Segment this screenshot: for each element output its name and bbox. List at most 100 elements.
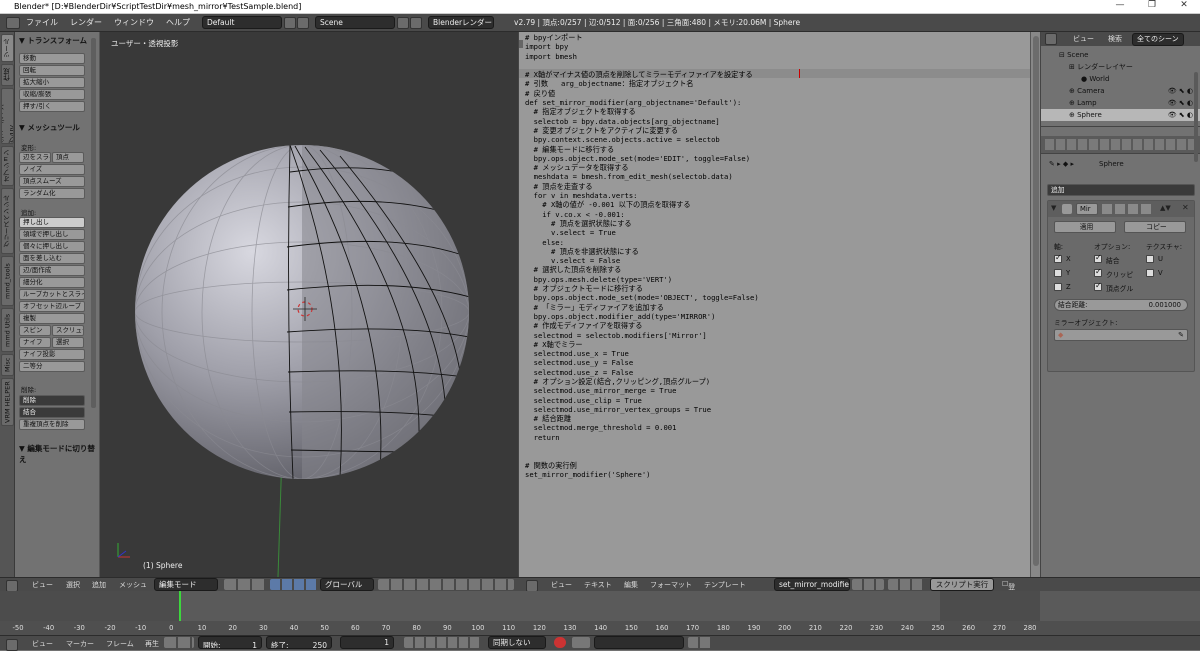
code-line[interactable]: if v.co.x < -0.001: [525, 210, 759, 219]
code-line[interactable]: # オブジェクトモードに移行する [525, 284, 759, 293]
code-line[interactable]: selectmod.merge_threshold = 0.001 [525, 423, 759, 432]
timeline-playback-menu[interactable]: 再生 [145, 639, 159, 649]
script-code[interactable]: # bpyインポート import bpy import bmesh # X軸がマイナ… [525, 33, 759, 479]
end-frame-field[interactable]: 終了: 250 [266, 636, 332, 649]
move-up-down-icon[interactable]: ▲▼ [1160, 204, 1171, 212]
noise-button[interactable]: ノイズ [19, 164, 85, 175]
outliner-scrollbar[interactable] [1194, 72, 1198, 162]
timeline-frame-menu[interactable]: フレーム [106, 639, 134, 649]
keyframe-buttons[interactable] [688, 637, 712, 648]
text-templates-menu[interactable]: テンプレート [704, 580, 746, 590]
code-line[interactable]: # 選択した頂点を削除する [525, 265, 759, 274]
remove-doubles-button[interactable]: 重複頂点を削除 [19, 419, 85, 430]
extrude-dropdown[interactable]: 押し出し [19, 217, 85, 228]
text-view-menu[interactable]: ビュー [551, 580, 572, 590]
transform-panel-header[interactable]: ▼ トランスフォーム [15, 32, 99, 49]
mirror-object-field[interactable]: ◆ ✎ [1054, 329, 1188, 341]
code-line[interactable]: # 変更オブジェクトをアクティブに変更する [525, 126, 759, 135]
code-line[interactable]: # 引数 arg_objectname：指定オブジェクト名 [525, 79, 759, 88]
code-line[interactable]: # メッシュデータを取得する [525, 163, 759, 172]
outliner-type-icon[interactable] [1045, 33, 1057, 45]
register-checkbox[interactable]: ☐ 登録 [1002, 580, 1015, 601]
merge-dropdown[interactable]: 結合 [19, 407, 85, 418]
code-line[interactable]: # 頂点を走査する [525, 182, 759, 191]
code-line[interactable]: import bmesh [525, 52, 759, 61]
extrude-region-button[interactable]: 領域で押し出し [19, 229, 85, 240]
vertex-slide-button[interactable]: 頂点 [52, 152, 84, 163]
text-file-selector[interactable]: set_mirror_modifier... [774, 578, 850, 591]
timeline-type-icon[interactable] [6, 639, 18, 651]
code-line[interactable]: selectmod.use_clip = True [525, 396, 759, 405]
code-line[interactable]: selectob = bpy.data.objects[arg_objectna… [525, 117, 759, 126]
text-format-menu[interactable]: フォーマット [650, 580, 692, 590]
tab-shading-uv[interactable]: シェーディング/UV [1, 88, 14, 144]
shading-pivot-buttons[interactable] [224, 579, 266, 590]
tab-tools[interactable]: ツール [1, 34, 14, 62]
code-line[interactable]: selectmod.use_mirror_vertex_groups = Tru… [525, 405, 759, 414]
merge-distance-field[interactable]: 結合距離: 0.001000 [1054, 299, 1188, 311]
current-frame-field[interactable]: 1 [340, 636, 394, 649]
tab-options[interactable]: オプション [1, 146, 14, 186]
sync-mode-selector[interactable]: 同期しない [488, 636, 546, 649]
text-editor-scrollbar[interactable] [1030, 32, 1040, 577]
text-edit-menu[interactable]: 編集 [624, 580, 638, 590]
tab-mmd-utils[interactable]: mmd Utils [1, 308, 14, 352]
view3d-select-menu[interactable]: 選択 [66, 580, 80, 590]
mesh-tools-panel-header[interactable]: ▼ メッシュツール [15, 119, 84, 136]
texture-v-checkbox[interactable] [1146, 269, 1154, 277]
keying-set-field[interactable] [594, 636, 684, 649]
code-line[interactable]: bpy.ops.mesh.delete(type='VERT') [525, 275, 759, 284]
tab-vrm-helper[interactable]: VRM HELPER [1, 378, 14, 426]
text-editor[interactable]: # bpyインポート import bpy import bmesh # X軸がマイナ… [518, 32, 1031, 577]
code-line[interactable]: # X軸の値が -0.001 以下の頂点を取得する [525, 200, 759, 209]
menu-render[interactable]: レンダー [70, 17, 102, 28]
extrude-individual-button[interactable]: 個々に押し出し [19, 241, 85, 252]
code-line[interactable]: bpy.ops.object.mode_set(mode='OBJECT', t… [525, 293, 759, 302]
loop-cut-slide-button[interactable]: ループカットとスライド [19, 289, 85, 300]
menu-help[interactable]: ヘルプ [166, 17, 190, 28]
edge-slide-button[interactable]: 辺をスライド [19, 152, 51, 163]
make-edge-face-button[interactable]: 辺/面作成 [19, 265, 85, 276]
code-line[interactable]: return [525, 433, 759, 442]
code-line[interactable]: selectmod = selectob.modifiers['Mirror'] [525, 331, 759, 340]
code-line[interactable]: for v in meshdata.verts: [525, 191, 759, 200]
outliner-item-camera[interactable]: ⊕ Camera 👁 ⬉ ◐ [1041, 85, 1200, 97]
rotate-button[interactable]: 回転 [19, 65, 85, 76]
timeline-view-menu[interactable]: ビュー [32, 639, 53, 649]
code-line[interactable]: v.select = False [525, 256, 759, 265]
screw-button[interactable]: スクリュー [52, 325, 84, 336]
tab-mmd-tools[interactable]: mmd_tools [1, 256, 14, 306]
smooth-vertex-button[interactable]: 頂点スムーズ [19, 176, 85, 187]
view3d-view-menu[interactable]: ビュー [32, 580, 53, 590]
3d-viewport[interactable]: ユーザー・透視投影 (1) Sphere [100, 32, 518, 577]
scale-button[interactable]: 拡大縮小 [19, 77, 85, 88]
modifier-name-field[interactable]: Mir [1076, 203, 1098, 215]
remove-layout-icon[interactable] [297, 16, 309, 29]
code-line[interactable]: selectmod.use_y = False [525, 358, 759, 367]
sphere-mesh[interactable] [100, 32, 518, 577]
close-icon[interactable]: ✕ [1168, 0, 1200, 10]
text-file-buttons[interactable] [852, 579, 884, 590]
code-line[interactable]: # 関数の実行例 [525, 461, 759, 470]
menu-window[interactable]: ウィンドウ [114, 17, 154, 28]
clipping-checkbox[interactable] [1094, 267, 1102, 277]
remove-modifier-icon[interactable]: ✕ [1182, 203, 1189, 212]
menu-file[interactable]: ファイル [26, 17, 58, 28]
manipulator-buttons[interactable] [270, 579, 318, 590]
code-line[interactable]: # オプション設定(結合,クリッピング,頂点グループ) [525, 377, 759, 386]
outliner-item-sphere[interactable]: ⊕ Sphere 👁 ⬉ ◐ [1041, 109, 1200, 121]
axis-z-checkbox[interactable] [1054, 283, 1062, 291]
layout-selector[interactable]: Default [202, 16, 282, 29]
outliner-view-menu[interactable]: ビュー [1073, 34, 1094, 44]
tool-shelf-scrollbar[interactable] [91, 38, 96, 408]
eyedropper-icon[interactable]: ✎ [1178, 330, 1184, 340]
render-engine-selector[interactable]: Blenderレンダー [428, 16, 494, 29]
texture-u-checkbox[interactable] [1146, 255, 1154, 263]
code-line[interactable]: else: [525, 238, 759, 247]
code-line[interactable]: # bpyインポート [525, 33, 759, 42]
code-line[interactable]: # 編集モードに移行する [525, 145, 759, 154]
mode-selector[interactable]: 編集モード [154, 578, 218, 591]
outliner[interactable]: ビュー 検索 全てのシーン ⊟ Scene ⊞ レンダーレイヤー ● World… [1041, 32, 1200, 127]
code-line[interactable]: v.select = True [525, 228, 759, 237]
add-layout-icon[interactable] [284, 16, 296, 29]
